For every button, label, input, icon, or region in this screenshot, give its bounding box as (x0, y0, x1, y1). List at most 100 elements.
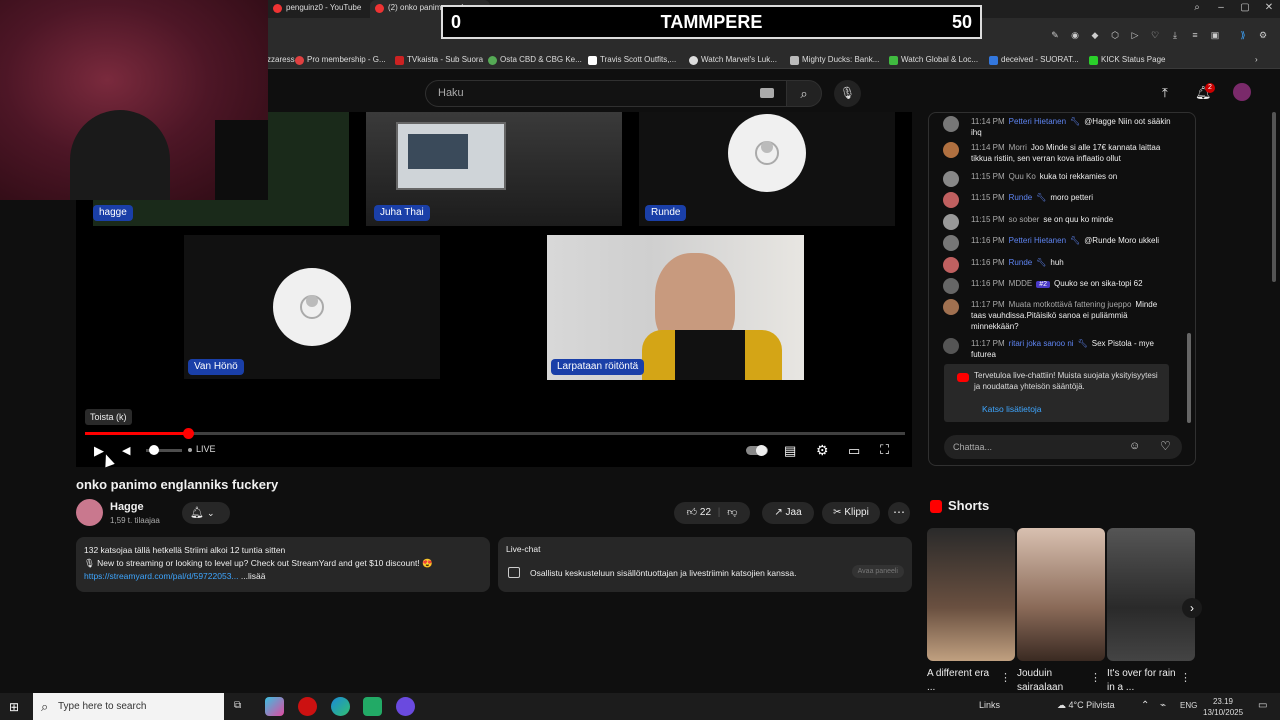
vpn-icon[interactable]: ⟫ (1237, 29, 1249, 41)
chat-author[interactable]: Runde (1009, 193, 1033, 202)
participant-name: hagge (93, 205, 133, 221)
thumbs-down-icon: 👎︎ (727, 507, 738, 518)
page-scrollbar[interactable] (1272, 112, 1276, 282)
short-menu-icon[interactable]: ⋮ (1180, 671, 1191, 684)
app-icon[interactable] (396, 697, 415, 716)
bookmark[interactable]: TVkaista - Sub Suora (395, 53, 483, 67)
taskbar-search[interactable]: Type here to search (33, 693, 224, 720)
progress-bar[interactable] (85, 428, 905, 439)
task-view-icon[interactable]: ⧉ (234, 700, 241, 711)
chat-author[interactable]: Petteri Hietanen (1009, 236, 1066, 245)
weather-widget[interactable]: ☁ 4°C Pilvista (1057, 700, 1115, 711)
close-icon[interactable]: ✕ (1259, 0, 1279, 16)
camera-icon[interactable]: ◉ (1069, 29, 1081, 41)
search-button[interactable]: ⌕ (786, 80, 822, 107)
chat-input[interactable]: Chattaa... (944, 435, 1182, 459)
learn-more-link[interactable]: Katso lisätietoja (982, 404, 1042, 415)
chat-author[interactable]: MDDE (1009, 279, 1033, 288)
shield-icon[interactable]: ◆ (1089, 29, 1101, 41)
short-caption[interactable]: It's over for rain in a ... (1107, 667, 1177, 695)
progress-knob[interactable] (182, 428, 194, 439)
maximize-icon[interactable]: ▢ (1235, 0, 1255, 16)
short-thumbnail[interactable] (927, 528, 1015, 661)
opera-icon[interactable] (298, 697, 317, 716)
volume-knob[interactable] (149, 445, 159, 455)
edit-icon[interactable]: ✎ (1049, 29, 1061, 41)
menu-icon[interactable]: ≡ (1189, 29, 1201, 41)
emoji-icon[interactable]: ☺ (1129, 440, 1140, 452)
bookmark-icon (588, 56, 597, 65)
live-indicator[interactable]: LIVE (188, 444, 216, 454)
subscribed-bell-button[interactable]: 🔔︎ ⌄ (182, 502, 230, 524)
app-icon[interactable] (265, 697, 284, 716)
short-thumbnail[interactable] (1017, 528, 1105, 661)
short-menu-icon[interactable]: ⋮ (1000, 671, 1011, 684)
minimize-icon[interactable]: – (1211, 0, 1231, 16)
bookmark[interactable]: Mighty Ducks: Bank... (790, 53, 879, 67)
bookmark-label: Osta CBD & CBG Ke... (500, 55, 582, 64)
search-input[interactable]: Haku (425, 80, 791, 107)
app-icon[interactable] (363, 697, 382, 716)
chat-author[interactable]: Morri (1009, 143, 1027, 152)
settings-icon[interactable]: ⚙ (816, 443, 829, 457)
chevron-up-icon[interactable]: ⌃ (1141, 700, 1149, 711)
chat-author[interactable]: Runde (1009, 258, 1033, 267)
description-box[interactable]: 132 katsojaa tällä hetkellä Striimi alko… (76, 537, 490, 592)
microphone-icon[interactable]: 🎙︎ (834, 80, 861, 107)
description-link[interactable]: https://streamyard.com/pal/d/59722053... (84, 571, 239, 581)
language-indicator[interactable]: ENG (1180, 701, 1197, 710)
more-actions-button[interactable]: ⋯ (888, 502, 910, 524)
volume-icon[interactable]: ◀︎ (122, 444, 130, 458)
network-icon[interactable]: ⌁ (1160, 700, 1166, 711)
bookmark[interactable]: Watch Marvel's Luk... (689, 53, 777, 67)
bookmark[interactable]: Pro membership - G... (295, 53, 386, 67)
tab-penguinz0[interactable]: penguinz0 - YouTube (268, 0, 368, 18)
autoplay-toggle[interactable] (746, 445, 768, 456)
search-tabs-icon[interactable]: ⌕ (1187, 0, 1207, 16)
extension-icon[interactable]: ⬡ (1109, 29, 1121, 41)
account-avatar[interactable] (1233, 83, 1251, 101)
dislike-button[interactable]: 👎︎ (727, 507, 737, 518)
lock-icon[interactable]: ▣ (1209, 29, 1221, 41)
chat-author[interactable]: Muata motkottävä fattening jueppo (1009, 300, 1132, 309)
clip-button[interactable]: ✂ Klippi (822, 502, 880, 524)
open-panel-button[interactable]: Avaa paneeli (851, 565, 904, 578)
bookmark[interactable]: deceived - SUORAT... (989, 53, 1079, 67)
download-icon[interactable]: ⤓ (1169, 29, 1181, 41)
chat-author[interactable]: so sober (1009, 215, 1040, 224)
short-caption[interactable]: Jouduin sairaalaan (1017, 667, 1087, 695)
subtitles-icon[interactable]: ▤ (784, 444, 796, 458)
heart-icon[interactable]: ♡ (1160, 439, 1171, 453)
edge-icon[interactable] (331, 697, 350, 716)
show-more-link[interactable]: ...lisää (241, 571, 266, 581)
upload-icon[interactable]: ⤒ (1162, 85, 1168, 101)
channel-name[interactable]: Hagge (110, 501, 144, 513)
keyboard-icon[interactable] (760, 88, 774, 98)
chat-author[interactable]: Quu Ko (1009, 172, 1036, 181)
bookmark[interactable]: Watch Global & Loc... (889, 53, 978, 67)
windows-start-icon[interactable]: ⊞ (9, 700, 19, 714)
chat-scrollbar[interactable] (1187, 333, 1191, 423)
bookmark[interactable]: Osta CBD & CBG Ke... (488, 53, 582, 67)
fullscreen-icon[interactable]: ⛶ (880, 443, 889, 457)
links-toolbar[interactable]: Links (979, 700, 1000, 710)
share-button[interactable]: ↗ Jaa (762, 502, 814, 524)
heart-icon[interactable]: ♡ (1149, 29, 1161, 41)
play-icon[interactable]: ▷ (1129, 29, 1141, 41)
clock[interactable]: 23.19 13/10/2025 (1203, 696, 1243, 718)
bookmark[interactable]: KICK Status Page (1089, 53, 1165, 67)
chat-author[interactable]: Petteri Hietanen (1009, 117, 1066, 126)
notifications-icon[interactable]: ▭ (1258, 700, 1267, 711)
short-menu-icon[interactable]: ⋮ (1090, 671, 1101, 684)
like-button[interactable]: 👍︎ 22 (687, 507, 711, 518)
like-count: 22 (699, 507, 712, 518)
bookmarks-overflow-icon[interactable]: › (1255, 53, 1258, 67)
theater-mode-icon[interactable]: ▭ (848, 444, 860, 458)
short-caption[interactable]: A different era ... (927, 667, 997, 695)
short-thumbnail[interactable] (1107, 528, 1195, 661)
chat-author[interactable]: ritari joka sanoo ni (1009, 339, 1074, 348)
channel-avatar[interactable] (76, 499, 103, 526)
settings-icon[interactable]: ⚙ (1257, 29, 1269, 41)
chevron-right-icon[interactable]: › (1182, 598, 1202, 618)
bookmark[interactable]: Travis Scott Outfits,... (588, 53, 676, 67)
